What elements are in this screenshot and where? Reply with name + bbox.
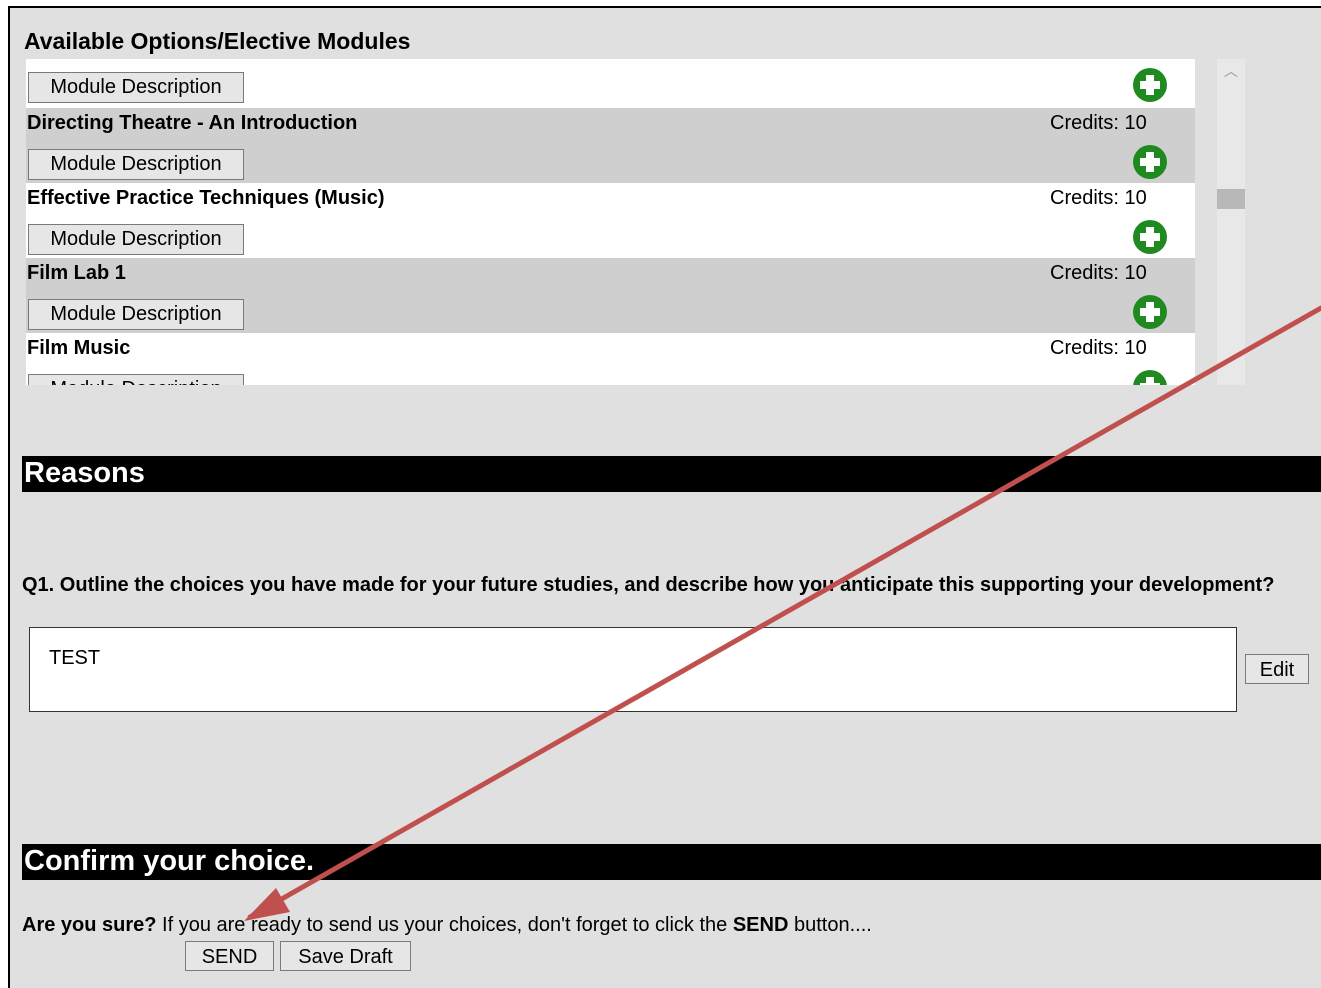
module-description-button[interactable]: Module Description — [28, 72, 244, 103]
confirm-send-emphasis: SEND — [732, 914, 789, 936]
add-module-plus-icon[interactable] — [1133, 370, 1167, 385]
module-name: Directing Theatre - An Introduction — [27, 112, 358, 134]
module-list-scrollbar[interactable]: ︿ — [1217, 59, 1245, 385]
confirm-header: Confirm your choice. — [22, 844, 1321, 880]
add-module-plus-icon[interactable] — [1133, 295, 1167, 329]
module-row: Directing Theatre - An Introduction Credi… — [26, 108, 1195, 183]
module-row: Module Description — [26, 59, 1195, 108]
module-name: Film Music — [27, 337, 131, 359]
scroll-thumb[interactable] — [1217, 189, 1245, 209]
page-frame: Available Options/Elective Modules Modul… — [8, 6, 1321, 988]
answer-box: TEST — [29, 627, 1237, 712]
module-row: Film Lab 1 Credits: 10 Module Description — [26, 258, 1195, 333]
module-rows: Module Description Directing Theatre - An… — [26, 59, 1195, 385]
answer-text: TEST — [49, 647, 101, 669]
module-description-button[interactable]: Module Description — [28, 374, 244, 385]
add-module-plus-icon[interactable] — [1133, 145, 1167, 179]
scroll-up-icon[interactable]: ︿ — [1217, 59, 1245, 83]
module-description-button[interactable]: Module Description — [28, 149, 244, 180]
add-module-plus-icon[interactable] — [1133, 68, 1167, 102]
modules-section-title: Available Options/Elective Modules — [24, 28, 411, 54]
module-name: Film Lab 1 — [27, 262, 126, 284]
module-credits: Credits: 10 — [1050, 187, 1147, 209]
confirm-message: Are you sure? If you are ready to send u… — [22, 914, 872, 937]
module-credits: Credits: 10 — [1050, 112, 1147, 134]
send-button[interactable]: SEND — [185, 941, 274, 971]
confirm-text-after: button.... — [788, 914, 872, 936]
module-credits: Credits: 10 — [1050, 262, 1147, 284]
save-draft-button[interactable]: Save Draft — [280, 941, 411, 971]
edit-button[interactable]: Edit — [1245, 654, 1309, 684]
module-description-button[interactable]: Module Description — [28, 299, 244, 330]
module-row: Film Music Credits: 10 Module Description — [26, 333, 1195, 385]
reasons-header: Reasons — [22, 456, 1321, 492]
confirm-text-before: If you are ready to send us your choices… — [156, 914, 733, 936]
question-q1: Q1. Outline the choices you have made fo… — [22, 574, 1275, 596]
module-name: Effective Practice Techniques (Music) — [27, 187, 385, 209]
module-list: Module Description Directing Theatre - An… — [26, 59, 1253, 385]
module-credits: Credits: 10 — [1050, 337, 1147, 359]
add-module-plus-icon[interactable] — [1133, 220, 1167, 254]
confirm-lead: Are you sure? — [22, 914, 157, 936]
module-description-button[interactable]: Module Description — [28, 224, 244, 255]
module-row: Effective Practice Techniques (Music) Cre… — [26, 183, 1195, 258]
